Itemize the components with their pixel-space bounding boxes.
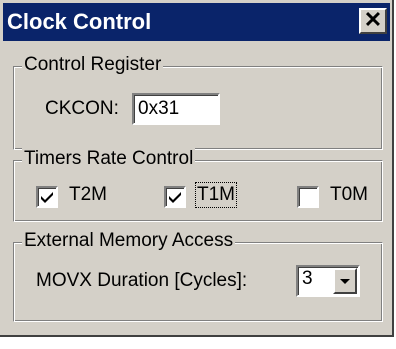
t1m-label: T1M [195, 182, 237, 208]
control-register-legend: Control Register [22, 54, 164, 76]
external-memory-access-legend: External Memory Access [22, 230, 236, 252]
title-bar[interactable]: Clock Control ✕ [3, 3, 390, 41]
chevron-down-icon [340, 279, 350, 284]
close-button[interactable]: ✕ [359, 8, 387, 34]
external-memory-access-group: External Memory Access MOVX Duration [Cy… [13, 230, 383, 322]
window-title: Clock Control [7, 9, 152, 34]
movx-duration-select[interactable]: 3 [296, 265, 360, 297]
check-icon [41, 192, 53, 203]
t1m-checkbox[interactable] [164, 186, 186, 208]
movx-duration-label: MOVX Duration [Cycles]: [36, 270, 248, 291]
movx-duration-value: 3 [302, 268, 313, 289]
check-icon [169, 192, 181, 203]
ckcon-input[interactable]: 0x31 [132, 93, 220, 125]
clock-control-dialog: Clock Control ✕ Control Register CKCON: … [0, 0, 394, 337]
control-register-group: Control Register CKCON: 0x31 [13, 54, 383, 150]
timers-rate-control-legend: Timers Rate Control [22, 148, 196, 170]
close-icon: ✕ [363, 7, 383, 32]
timers-rate-control-group: Timers Rate Control T2M T1M T0M [13, 148, 383, 222]
t0m-label: T0M [330, 184, 368, 205]
ckcon-label: CKCON: [45, 98, 119, 119]
t2m-checkbox[interactable] [36, 186, 58, 208]
t2m-label: T2M [69, 184, 107, 205]
dropdown-button[interactable] [333, 268, 357, 294]
t0m-checkbox[interactable] [297, 186, 319, 208]
